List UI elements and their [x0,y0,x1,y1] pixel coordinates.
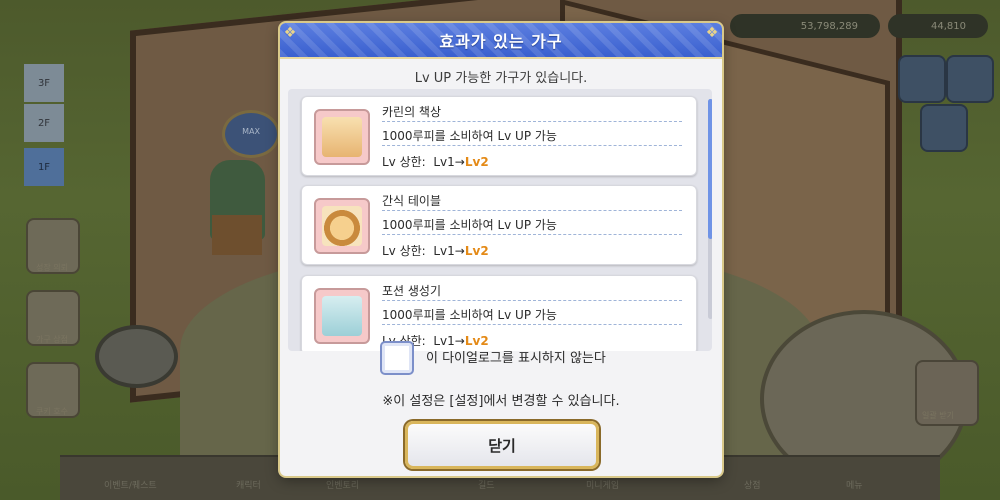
expand-button[interactable] [946,55,994,103]
furniture-effect-dialog: 효과가 있는 가구 ❖ ❖ Lv UP 가능한 가구가 있습니다. 카린의 책상… [280,23,722,476]
speech-bubble-text: MAX [242,127,260,136]
list-scrollbar[interactable] [708,99,712,319]
collect-all-label: 일괄 받기 [922,411,954,420]
snack-table-icon [314,198,370,254]
dialog-header: 효과가 있는 가구 [280,23,722,59]
map-button[interactable] [898,55,946,103]
close-button[interactable]: 닫기 [405,421,599,469]
furniture-list[interactable]: 카린의 책상 1000루피를 소비하여 Lv UP 가능 Lv 상한: Lv1→… [288,89,712,351]
divider [382,121,682,122]
nav-item-6[interactable]: 상점 [744,478,761,491]
nav-item-3[interactable]: 인벤토리 [326,478,359,491]
scrollbar-thumb[interactable] [708,99,712,239]
divider [382,145,682,146]
nav-item-5[interactable]: 미니게임 [586,478,619,491]
divider [382,210,682,211]
item-cost: 1000루피를 소비하여 Lv UP 가능 [382,129,557,143]
desk-icon [314,109,370,165]
item-cost: 1000루피를 소비하여 Lv UP 가능 [382,218,557,232]
nav-item-1[interactable]: 이벤트/퀘스트 [104,478,157,491]
desk-sprite [212,215,262,255]
item-name: 카린의 책상 [382,105,442,119]
list-item[interactable]: 포션 생성기 1000루피를 소비하여 Lv UP 가능 Lv 상한: Lv1→… [301,275,697,351]
list-item[interactable]: 간식 테이블 1000루피를 소비하여 Lv UP 가능 Lv 상한: Lv1→… [301,185,697,265]
side-label-1: 성장 의뢰 [36,263,68,272]
dont-show-checkbox[interactable] [380,341,414,375]
corner-ornament-right-icon: ❖ [705,25,719,41]
settings-note: ※이 설정은 [설정]에서 변경할 수 있습니다. [382,394,620,409]
nav-item-7[interactable]: 메뉴 [846,478,863,491]
item-cost: 1000루피를 소비하여 Lv UP 가능 [382,308,557,322]
dont-show-label: 이 다이얼로그를 표시하지 않는다 [426,351,606,366]
divider [382,324,682,325]
nav-item-2[interactable]: 캐릭터 [236,478,261,491]
floor-1f-button[interactable]: 1F [24,148,64,186]
divider [382,234,682,235]
dialog-title: 효과가 있는 가구 [439,32,563,51]
close-button-label: 닫기 [488,436,516,455]
item-name: 간식 테이블 [382,194,442,208]
side-label-2: 가구 상점 [36,335,68,344]
item-level-limit: Lv 상한: Lv1→Lv2 [382,244,489,258]
nav-item-4[interactable]: 길드 [478,478,495,491]
list-item[interactable]: 카린의 책상 1000루피를 소비하여 Lv UP 가능 Lv 상한: Lv1→… [301,96,697,176]
item-name: 포션 생성기 [382,284,442,298]
corner-ornament-left-icon: ❖ [283,25,297,41]
floor-3f-button[interactable]: 3F [24,64,64,102]
menu-button[interactable] [920,104,968,152]
speech-bubble: MAX [222,110,280,158]
side-label-3: 쿠키 호수 [36,407,68,416]
dialog-subtitle: Lv UP 가능한 가구가 있습니다. [414,71,588,86]
well [95,325,178,388]
divider [382,300,682,301]
item-level-limit: Lv 상한: Lv1→Lv2 [382,155,489,169]
potion-maker-icon [314,288,370,344]
floor-2f-button[interactable]: 2F [24,104,64,142]
currency-bar-2: 44,810 [888,14,988,38]
currency-bar-1: 53,798,289 [730,14,880,38]
